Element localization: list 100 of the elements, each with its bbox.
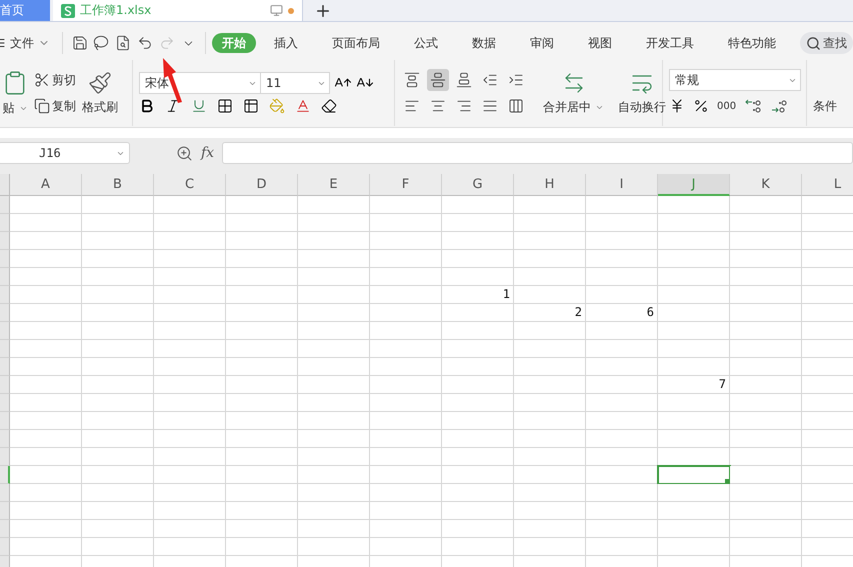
table-cell[interactable]	[10, 520, 82, 538]
table-cell[interactable]	[442, 466, 514, 484]
table-cell[interactable]	[658, 304, 730, 322]
table-cell[interactable]	[10, 394, 82, 412]
table-cell[interactable]	[586, 448, 658, 466]
table-cell[interactable]	[226, 268, 298, 286]
table-cell[interactable]	[514, 466, 586, 484]
table-cell[interactable]	[154, 340, 226, 358]
table-cell[interactable]	[514, 448, 586, 466]
table-cell[interactable]	[82, 268, 154, 286]
table-cell[interactable]	[226, 286, 298, 304]
row-header[interactable]	[0, 196, 10, 214]
table-cell[interactable]	[730, 376, 802, 394]
table-cell[interactable]	[442, 340, 514, 358]
table-cell[interactable]	[226, 538, 298, 556]
table-cell[interactable]	[802, 214, 853, 232]
table-cell[interactable]	[658, 412, 730, 430]
table-cell[interactable]	[658, 232, 730, 250]
table-cell[interactable]	[802, 484, 853, 502]
table-cell[interactable]	[82, 376, 154, 394]
table-cell[interactable]	[802, 502, 853, 520]
table-cell[interactable]	[514, 268, 586, 286]
table-cell[interactable]	[514, 376, 586, 394]
row-header[interactable]	[0, 394, 10, 412]
table-cell[interactable]	[154, 322, 226, 340]
ribbon-tab[interactable]: 数据	[462, 33, 506, 53]
table-cell[interactable]	[226, 214, 298, 232]
table-cell[interactable]	[226, 412, 298, 430]
ribbon-tab[interactable]: 审阅	[520, 33, 564, 53]
table-cell[interactable]	[514, 196, 586, 214]
table-cell[interactable]	[730, 358, 802, 376]
table-cell[interactable]	[586, 538, 658, 556]
table-cell[interactable]	[82, 448, 154, 466]
table-cell[interactable]	[658, 538, 730, 556]
table-cell[interactable]	[514, 322, 586, 340]
table-cell[interactable]	[370, 304, 442, 322]
table-cell[interactable]	[730, 484, 802, 502]
row-header[interactable]	[0, 376, 10, 394]
thousands-separator-button[interactable]: 000	[717, 95, 736, 117]
column-header[interactable]: E	[298, 174, 370, 196]
column-header[interactable]: B	[82, 174, 154, 196]
table-cell[interactable]	[154, 304, 226, 322]
table-cell[interactable]	[154, 196, 226, 214]
table-cell[interactable]	[10, 502, 82, 520]
table-cell[interactable]	[298, 466, 370, 484]
table-cell[interactable]	[370, 322, 442, 340]
table-cell[interactable]	[730, 250, 802, 268]
column-header[interactable]: G	[442, 174, 514, 196]
table-cell[interactable]	[82, 538, 154, 556]
table-cell[interactable]	[370, 466, 442, 484]
table-cell[interactable]: 1	[442, 286, 514, 304]
table-cell[interactable]	[658, 394, 730, 412]
name-box[interactable]: J16	[0, 142, 130, 164]
table-cell[interactable]	[514, 502, 586, 520]
table-cell[interactable]: 7	[658, 376, 730, 394]
table-cell[interactable]: 6	[586, 304, 658, 322]
table-cell[interactable]	[10, 484, 82, 502]
row-header[interactable]	[0, 358, 10, 376]
table-cell[interactable]	[298, 232, 370, 250]
table-cell[interactable]	[10, 196, 82, 214]
table-cell[interactable]	[442, 412, 514, 430]
table-cell[interactable]	[298, 430, 370, 448]
table-cell[interactable]	[298, 538, 370, 556]
table-cell[interactable]	[514, 394, 586, 412]
ribbon-tab[interactable]: 特色功能	[718, 33, 786, 53]
formula-input[interactable]	[222, 142, 853, 164]
table-cell[interactable]	[730, 502, 802, 520]
table-cell[interactable]	[370, 502, 442, 520]
table-cell[interactable]	[298, 394, 370, 412]
row-header[interactable]	[0, 448, 10, 466]
table-cell[interactable]	[658, 250, 730, 268]
table-cell[interactable]	[10, 322, 82, 340]
table-cell[interactable]	[730, 322, 802, 340]
table-cell[interactable]	[82, 484, 154, 502]
conditional-format-button[interactable]: 条件	[813, 95, 837, 117]
table-cell[interactable]	[586, 340, 658, 358]
table-cell[interactable]	[298, 268, 370, 286]
table-cell[interactable]	[10, 232, 82, 250]
table-cell[interactable]	[730, 286, 802, 304]
table-cell[interactable]	[10, 358, 82, 376]
column-header[interactable]: K	[730, 174, 802, 196]
table-cell[interactable]	[298, 358, 370, 376]
table-cell[interactable]	[370, 358, 442, 376]
table-cell[interactable]	[802, 232, 853, 250]
table-cell[interactable]	[442, 502, 514, 520]
table-cell[interactable]	[586, 196, 658, 214]
table-cell[interactable]	[442, 268, 514, 286]
table-cell[interactable]	[802, 322, 853, 340]
table-cell[interactable]	[370, 340, 442, 358]
table-cell[interactable]	[298, 250, 370, 268]
table-cell[interactable]	[154, 448, 226, 466]
table-cell[interactable]	[658, 430, 730, 448]
table-cell[interactable]	[802, 394, 853, 412]
table-cell[interactable]	[226, 322, 298, 340]
table-cell[interactable]	[802, 412, 853, 430]
table-cell[interactable]	[226, 232, 298, 250]
table-cell[interactable]	[154, 286, 226, 304]
table-cell[interactable]	[802, 430, 853, 448]
table-cell[interactable]	[154, 250, 226, 268]
table-cell[interactable]	[370, 448, 442, 466]
